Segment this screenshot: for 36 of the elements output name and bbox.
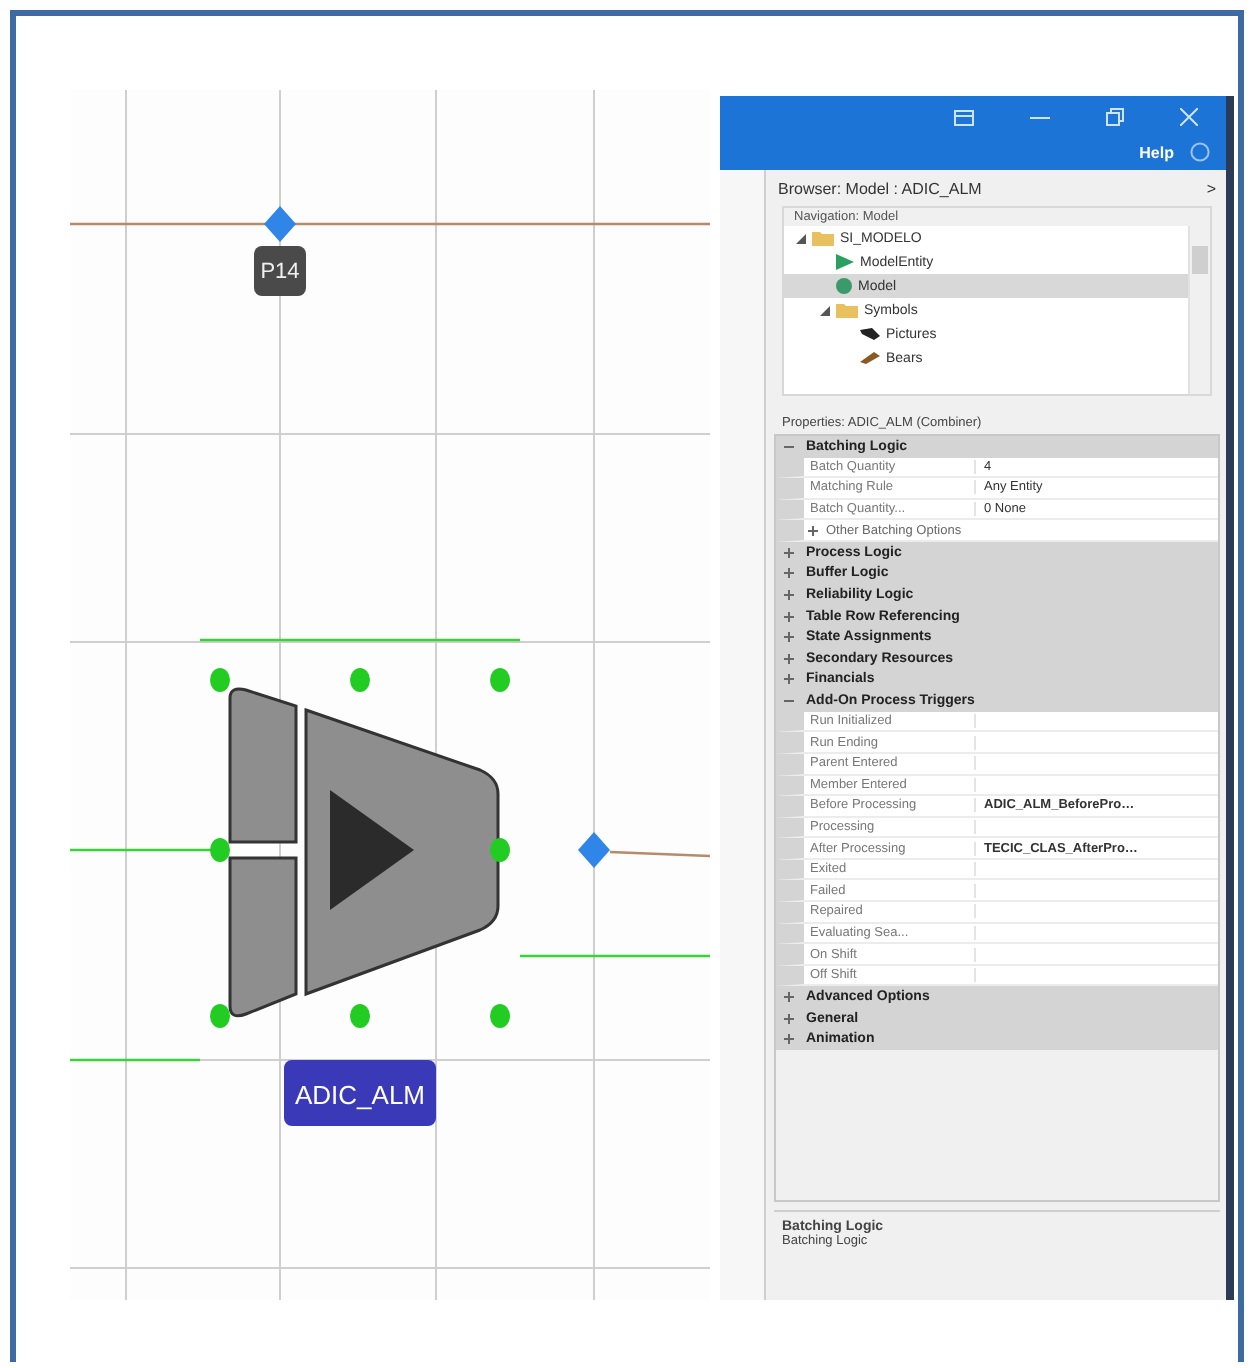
expander-icon[interactable] — [784, 653, 794, 664]
collapse-triangle-icon[interactable] — [796, 233, 806, 243]
browser-title: Browser: Model : ADIC_ALM — [778, 180, 982, 198]
scroll-bar[interactable] — [1188, 226, 1210, 394]
expander-icon[interactable] — [784, 441, 794, 452]
connector-line — [609, 850, 710, 858]
expand-arrow[interactable]: > — [1206, 180, 1216, 198]
expander-icon[interactable] — [784, 547, 794, 558]
object-label: ADIC_ALM — [294, 1080, 426, 1110]
node-label-background — [254, 246, 306, 296]
wedge-shape-icon — [860, 352, 880, 364]
help-menu[interactable]: Help — [1139, 143, 1174, 161]
window-icon[interactable] — [954, 109, 974, 125]
node-marker[interactable] — [578, 832, 610, 868]
expander-icon[interactable] — [784, 611, 794, 622]
expander-icon[interactable] — [784, 674, 794, 685]
expander-icon[interactable] — [784, 568, 794, 579]
expander-icon[interactable] — [784, 632, 794, 643]
minimize-icon[interactable] — [1030, 115, 1050, 119]
expander-icon[interactable] — [784, 695, 794, 706]
expander-icon[interactable] — [784, 1013, 794, 1024]
expander-icon[interactable] — [784, 589, 794, 600]
folder-icon — [836, 302, 858, 318]
expander-icon[interactable] — [784, 1034, 794, 1045]
expander-icon[interactable] — [808, 525, 818, 536]
play-arrow-icon — [836, 254, 854, 270]
restore-icon[interactable] — [1106, 108, 1124, 126]
close-icon[interactable] — [1180, 108, 1198, 126]
expander-icon[interactable] — [784, 992, 794, 1003]
collapse-triangle-icon[interactable] — [820, 305, 830, 315]
dark-shape-icon — [860, 328, 880, 340]
node-marker[interactable] — [264, 206, 296, 242]
folder-icon — [812, 230, 834, 246]
combiner-drawing[interactable] — [210, 668, 510, 1028]
node-label: P14 — [260, 260, 300, 284]
connector-line — [70, 1058, 200, 1062]
